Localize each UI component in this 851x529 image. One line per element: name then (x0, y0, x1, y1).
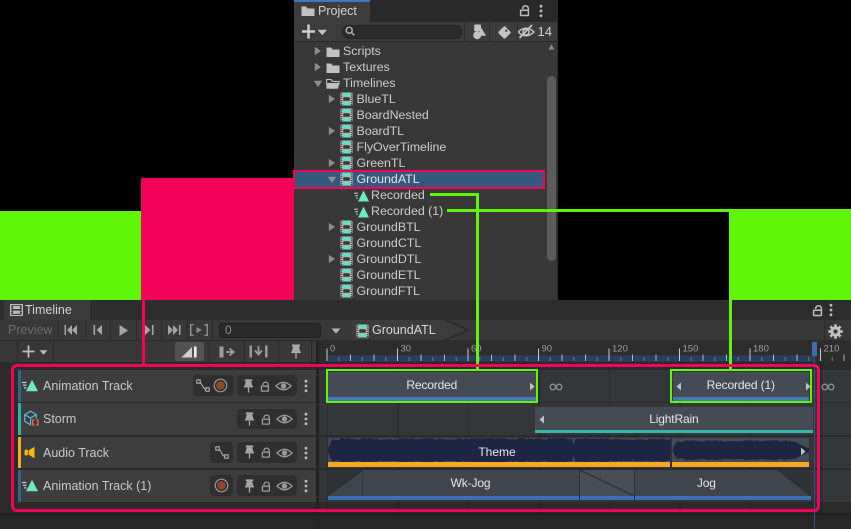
svg-text:30: 30 (400, 344, 411, 355)
svg-text:120: 120 (612, 344, 628, 355)
svg-text:210: 210 (823, 344, 839, 355)
svg-text:0: 0 (330, 344, 335, 355)
svg-text:180: 180 (753, 344, 769, 355)
svg-text:90: 90 (541, 344, 552, 355)
svg-text:150: 150 (682, 344, 698, 355)
